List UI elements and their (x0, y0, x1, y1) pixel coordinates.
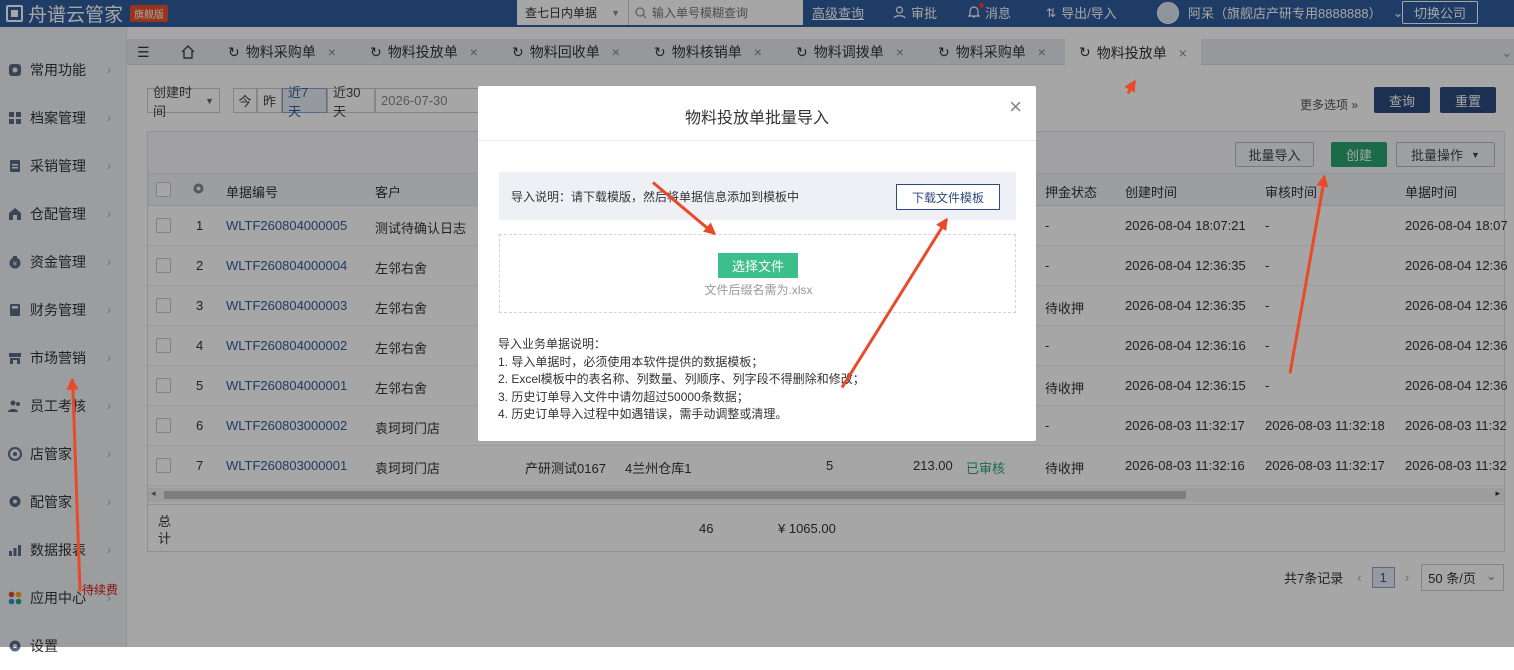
note-item: 4. 历史订单导入过程中如遇错误，需手动调整或清理。 (498, 407, 788, 421)
notice-text: 导入说明：请下载模版，然后将单据信息添加到模板中 (511, 189, 800, 204)
file-drop-zone[interactable]: 选择文件 文件后缀名需为.xlsx (499, 234, 1016, 313)
dialog-divider (478, 140, 1036, 141)
import-dialog: 物料投放单批量导入 × 导入说明：请下载模版，然后将单据信息添加到模板中 下载文… (478, 86, 1036, 441)
note-item: 2. Excel模板中的表名称、列数量、列顺序、列字段不得删除和修改； (498, 372, 865, 386)
dialog-title: 物料投放单批量导入 (684, 110, 829, 127)
note-item: 3. 历史订单导入文件中请勿超过50000条数据； (498, 389, 749, 404)
select-file-button[interactable]: 选择文件 (718, 253, 798, 278)
notes-title: 导入业务单据说明： (498, 337, 607, 351)
close-icon[interactable]: × (1009, 96, 1022, 118)
download-template-button[interactable]: 下载文件模板 (896, 184, 1000, 210)
import-notice: 导入说明：请下载模版，然后将单据信息添加到模板中 下载文件模板 (499, 172, 1016, 220)
file-extension-hint: 文件后缀名需为.xlsx (704, 283, 813, 297)
import-notes: 导入业务单据说明： 1. 导入单据时，必须使用本软件提供的数据模板； 2. Ex… (498, 336, 865, 424)
note-item: 1. 导入单据时，必须使用本软件提供的数据模板； (498, 354, 764, 369)
